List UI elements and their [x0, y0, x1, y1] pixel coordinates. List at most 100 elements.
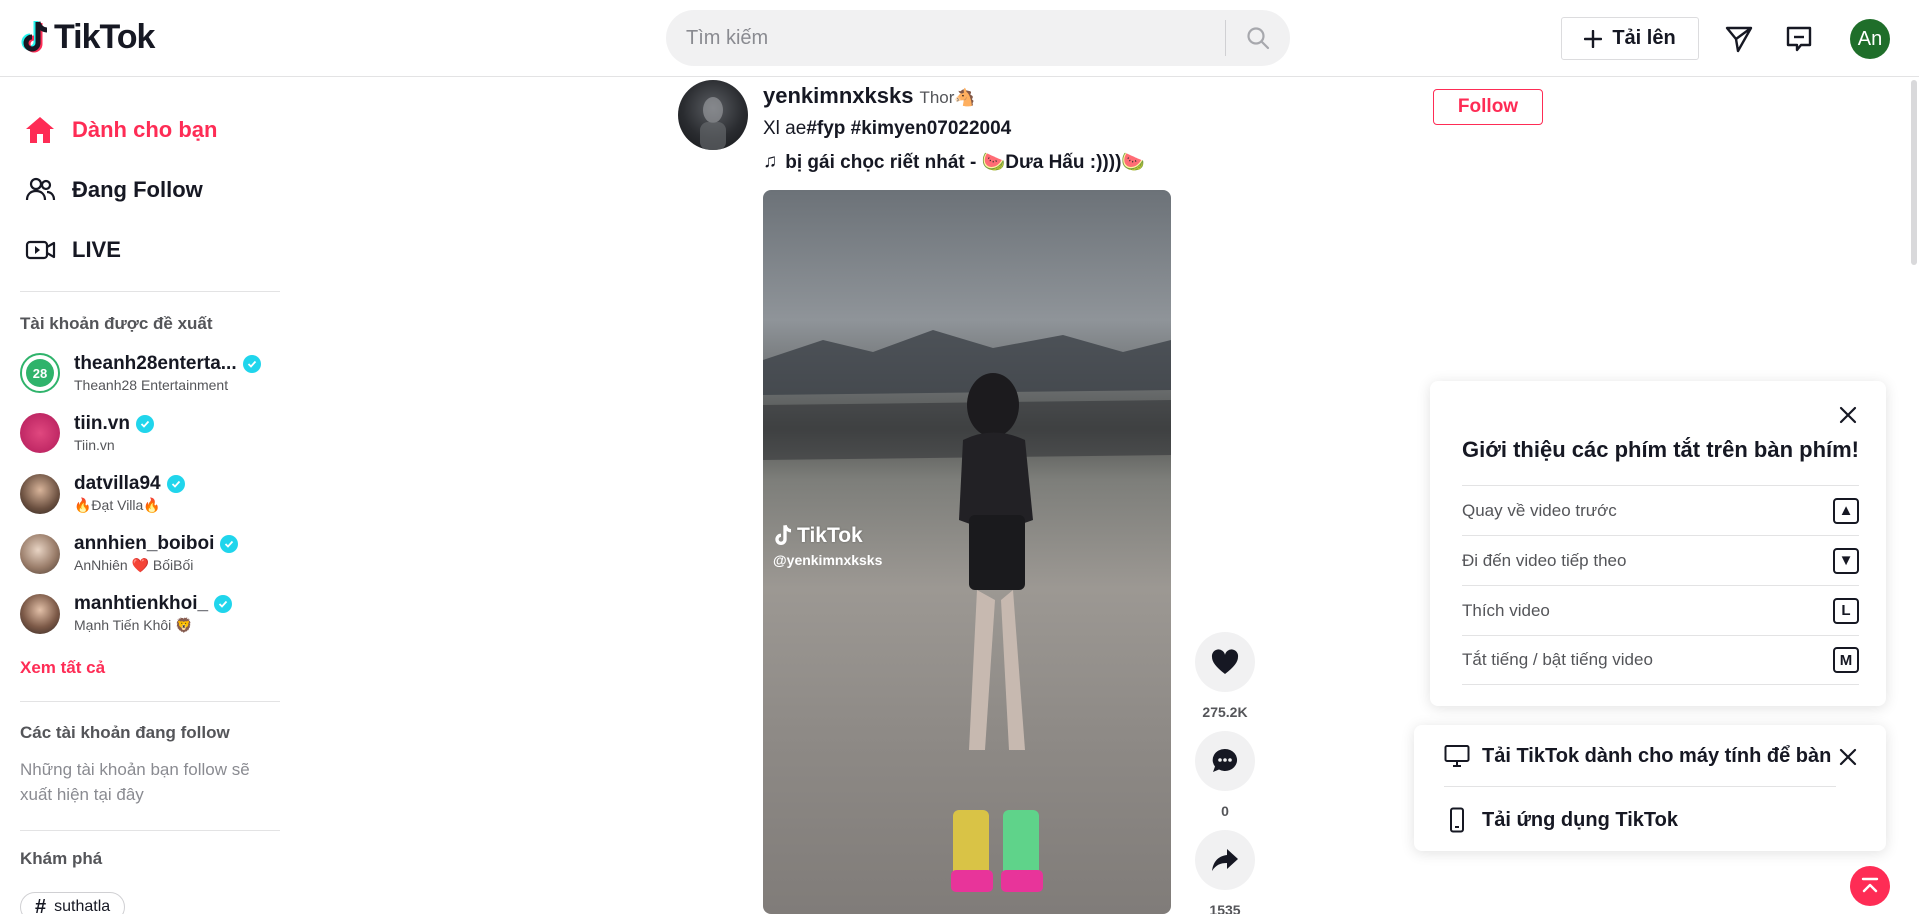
avatar — [20, 593, 60, 634]
suggested-account[interactable]: 28 theanh28enterta... Theanh28 Entertain… — [20, 353, 261, 393]
nav-live[interactable]: LIVE — [24, 234, 121, 266]
account-display-name: Tiin.vn — [74, 437, 115, 453]
shortcut-label: Đi đến video tiếp theo — [1462, 550, 1627, 570]
suggested-account[interactable]: annhien_boiboi AnNhiên ❤️ BốiBối — [20, 533, 239, 574]
author-info[interactable]: yenkimnxksks Thor🐴 — [763, 83, 976, 109]
share-action: 1535 — [1195, 830, 1255, 914]
hashtag-icon: # — [35, 895, 47, 914]
follow-button[interactable]: Follow — [1433, 89, 1543, 125]
shortcut-row: Quay về video trước ▲ — [1462, 485, 1859, 535]
share-button[interactable] — [1195, 830, 1255, 890]
account-username: tiin.vn — [74, 413, 130, 434]
phone-icon — [1450, 807, 1464, 833]
account-username: theanh28enterta... — [74, 353, 237, 374]
nav-for-you[interactable]: Dành cho bạn — [24, 114, 217, 146]
shortcut-row: Đi đến video tiếp theo ▼ — [1462, 535, 1859, 585]
suggested-account[interactable]: tiin.vn Tiin.vn — [20, 413, 154, 453]
account-username: manhtienkhoi_ — [74, 593, 209, 614]
video-player[interactable]: TikTok @yenkimnxksks — [763, 190, 1171, 914]
key-down-icon: ▼ — [1833, 547, 1859, 574]
upload-button[interactable]: Tải lên — [1561, 17, 1699, 60]
key-l: L — [1833, 597, 1859, 624]
keyboard-shortcuts-panel: Giới thiệu các phím tắt trên bàn phím! Q… — [1430, 381, 1886, 706]
account-display-name: Theanh28 Entertainment — [74, 377, 229, 393]
shortcut-label: Thích video — [1462, 600, 1550, 620]
like-count: 275.2K — [1202, 704, 1248, 720]
music-title: bị gái chọc riết nhát - 🍉Dưa Hấu :))))🍉 — [785, 152, 1146, 173]
avatar — [20, 473, 60, 514]
search-button[interactable] — [1226, 10, 1290, 66]
suggested-account[interactable]: datvilla94 🔥Đạt Villa🔥 — [20, 473, 185, 514]
discover-tag-chip[interactable]: # suthatla — [20, 892, 126, 914]
like-action: 275.2K — [1195, 632, 1255, 720]
page-scrollbar[interactable] — [1911, 80, 1917, 265]
key-m: M — [1833, 647, 1859, 673]
comment-button[interactable] — [1195, 731, 1255, 791]
download-mobile-link[interactable]: Tải ứng dụng TikTok — [1444, 807, 1678, 833]
close-icon — [1839, 748, 1857, 766]
verified-badge-icon — [242, 355, 261, 373]
inbox-icon — [1786, 26, 1812, 52]
download-desktop-label: Tải TikTok dành cho máy tính để bàn — [1482, 744, 1832, 767]
download-app-panel: Tải TikTok dành cho máy tính để bàn Tải … — [1414, 725, 1886, 851]
author-nickname: Thor🐴 — [919, 88, 976, 107]
download-desktop-link[interactable]: Tải TikTok dành cho máy tính để bàn — [1444, 744, 1831, 768]
logo-text: TikTok — [54, 18, 155, 56]
shortcut-label: Quay về video trước — [1462, 500, 1617, 520]
verified-badge-icon — [135, 415, 154, 433]
like-button[interactable] — [1195, 632, 1255, 692]
upload-label: Tải lên — [1612, 27, 1676, 49]
verified-badge-icon — [214, 595, 233, 613]
music-link[interactable]: ♫ bị gái chọc riết nhát - 🍉Dưa Hấu :))))… — [763, 150, 1145, 174]
inbox-button[interactable] — [1783, 23, 1815, 55]
comment-count: 0 — [1221, 803, 1229, 819]
verified-badge-icon — [166, 475, 185, 493]
plus-icon — [1584, 29, 1603, 48]
search-bar — [666, 10, 1290, 66]
sidebar-divider — [20, 291, 280, 292]
author-avatar[interactable] — [678, 80, 748, 150]
share-arrow-icon — [1212, 849, 1238, 871]
shortcut-row: Thích video L — [1462, 585, 1859, 635]
caption-hashtags[interactable]: #fyp #kimyen07022004 — [806, 118, 1011, 139]
sidebar-divider — [20, 701, 280, 702]
download-divider — [1444, 786, 1836, 787]
author-username: yenkimnxksks — [763, 83, 914, 108]
comment-icon — [1212, 748, 1238, 772]
account-display-name: AnNhiên ❤️ BốiBối — [74, 557, 194, 573]
comment-action: 0 — [1195, 731, 1255, 819]
suggested-account[interactable]: manhtienkhoi_ Mạnh Tiến Khôi 🦁 — [20, 593, 233, 634]
svg-text:28: 28 — [33, 366, 47, 381]
nav-label: Dành cho bạn — [72, 117, 218, 142]
arrow-up-icon — [1861, 877, 1879, 893]
nav-label: Đang Follow — [72, 177, 203, 202]
tiktok-logo-icon — [21, 20, 48, 52]
messages-button[interactable] — [1723, 23, 1755, 55]
top-header: TikTok Tải lên An — [0, 0, 1919, 77]
profile-avatar[interactable]: An — [1850, 19, 1890, 59]
sidebar-divider — [20, 830, 280, 831]
music-note-icon: ♫ — [763, 151, 778, 172]
sidebar: Dành cho bạn Đang Follow LIVE Tài khoản … — [0, 77, 290, 914]
desktop-icon — [1444, 745, 1470, 767]
account-display-name: 🔥Đạt Villa🔥 — [74, 497, 161, 513]
shortcuts-title: Giới thiệu các phím tắt trên bàn phím! — [1462, 437, 1860, 462]
search-icon — [1247, 27, 1270, 50]
scroll-to-top-button[interactable] — [1850, 866, 1890, 906]
shortcut-label: Tắt tiếng / bật tiếng video — [1462, 650, 1653, 669]
nav-following[interactable]: Đang Follow — [24, 174, 203, 206]
tiktok-logo[interactable]: TikTok — [20, 18, 155, 57]
search-input[interactable] — [666, 10, 1225, 66]
home-icon — [26, 117, 54, 143]
watermark-brand: TikTok — [797, 524, 863, 547]
post-caption: Xl ae#fyp #kimyen07022004 — [763, 118, 1011, 140]
avatar — [20, 533, 60, 574]
see-all-link[interactable]: Xem tất cả — [20, 658, 105, 678]
video-watermark: TikTok @yenkimnxksks — [773, 524, 882, 568]
close-shortcuts-button[interactable] — [1836, 403, 1860, 427]
suggested-accounts-title: Tài khoản được đề xuất — [20, 314, 213, 333]
close-download-button[interactable] — [1836, 745, 1860, 769]
watermark-user: @yenkimnxksks — [773, 552, 883, 568]
verified-badge-icon — [220, 535, 239, 553]
users-icon — [25, 177, 56, 201]
